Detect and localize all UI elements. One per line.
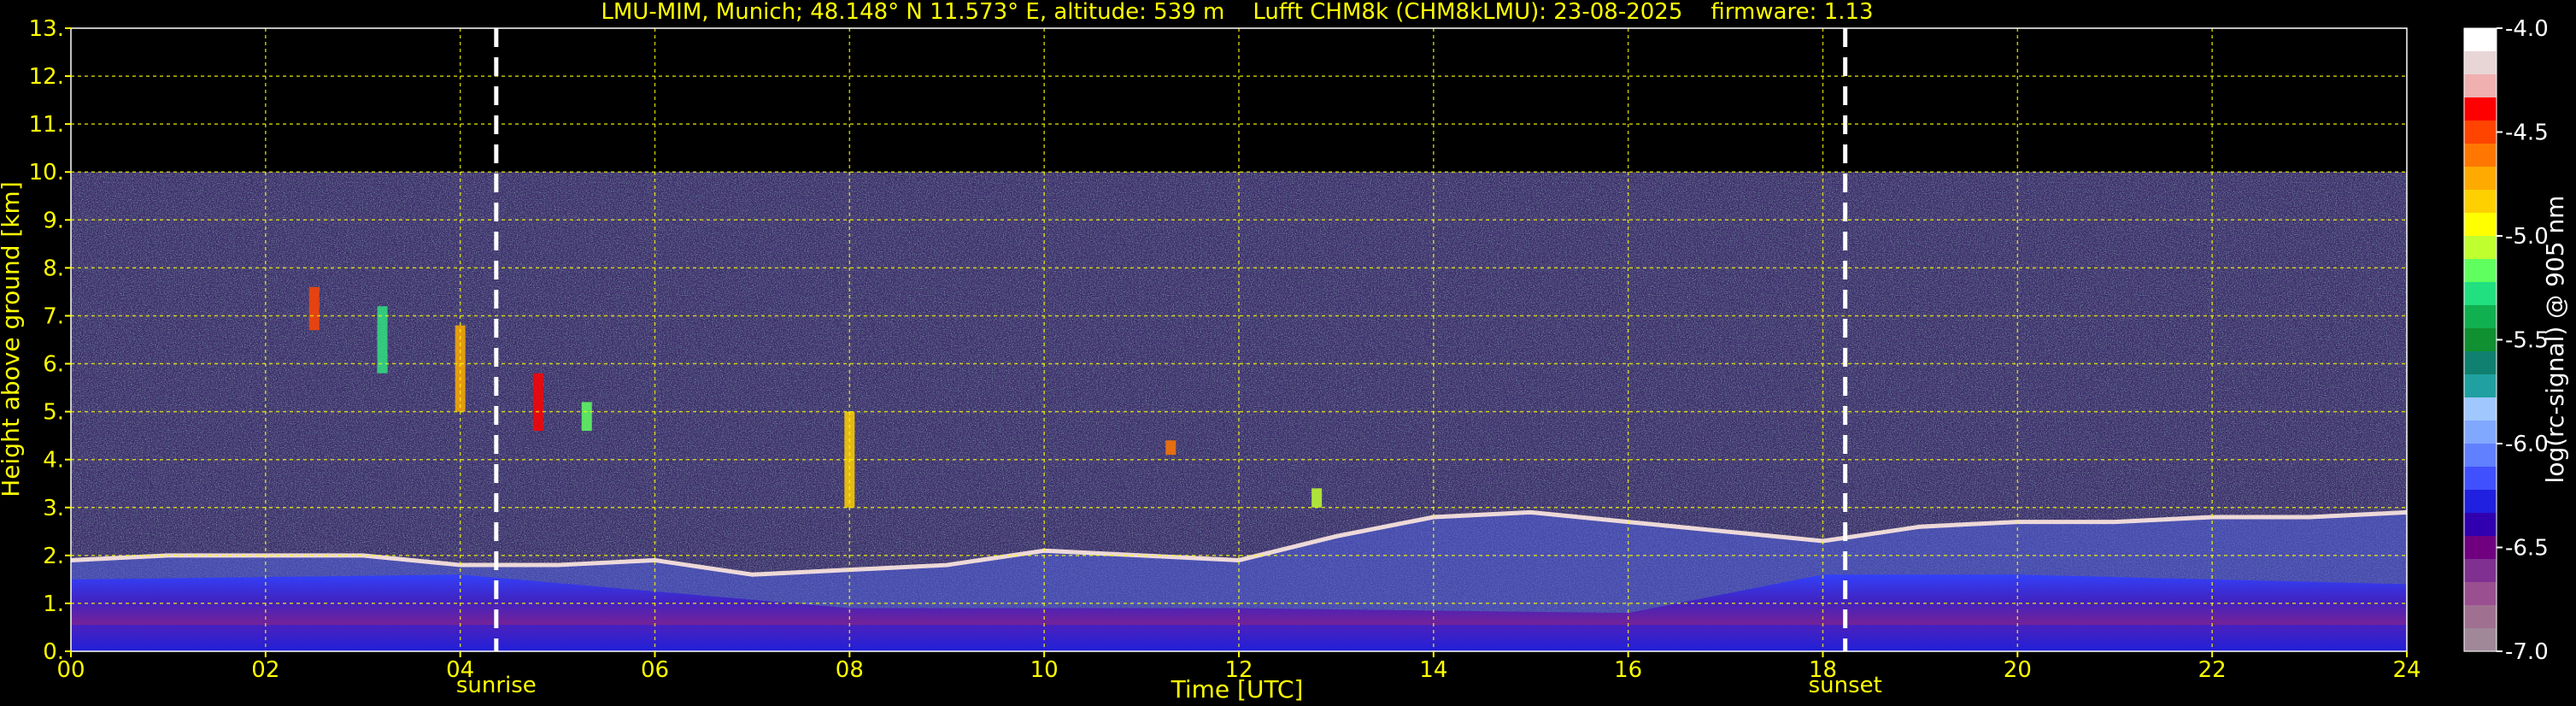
y-tick-label: 6. — [43, 352, 64, 378]
colorbar-segment — [2464, 121, 2497, 144]
colorbar-segment — [2464, 421, 2497, 444]
y-tick-label: 5. — [43, 400, 64, 426]
colorbar-segment — [2464, 513, 2497, 537]
y-tick-label: 7. — [43, 303, 64, 329]
x-tick-label: 10 — [1030, 657, 1059, 683]
y-tick-label: 3. — [43, 496, 64, 521]
colorbar-segment — [2464, 328, 2497, 352]
colorbar-segment — [2464, 74, 2497, 98]
x-tick-label: 06 — [641, 657, 669, 683]
colorbar-segment — [2464, 605, 2497, 629]
chart-title: LMU-MIM, Munich; 48.148° N 11.573° E, al… — [601, 0, 1873, 25]
colorbar-segment — [2464, 467, 2497, 491]
colorbar-segment — [2464, 536, 2497, 560]
y-tick-label: 4. — [43, 448, 64, 474]
x-tick-label: 18 — [1809, 657, 1837, 683]
y-tick-label: 11. — [29, 112, 64, 138]
y-tick-label: 10. — [29, 160, 64, 185]
colorbar-segment — [2464, 559, 2497, 583]
colorbar-segment — [2464, 28, 2497, 52]
x-axis-label: Time [UTC] — [1171, 675, 1304, 703]
cloud — [1165, 440, 1177, 456]
y-tick-label: 1. — [43, 591, 64, 617]
cloud — [1311, 488, 1323, 508]
colorbar-segment — [2464, 582, 2497, 606]
cloud — [308, 286, 320, 331]
colorbar-tick-label: -4.5 — [2505, 121, 2549, 146]
colorbar-segment — [2464, 97, 2497, 121]
colorbar-tick-label: -7.0 — [2505, 639, 2549, 665]
x-tick-label: 20 — [2004, 657, 2032, 683]
y-tick-label: 2. — [43, 544, 64, 569]
colorbar-tick-label: -6.5 — [2505, 536, 2549, 562]
x-tick-label: 04 — [446, 657, 474, 683]
colorbar-segment — [2464, 397, 2497, 421]
colorbar: -4.0-4.5-5.0-5.5-6.0-6.5-7.0 — [2463, 16, 2549, 665]
ceilometer-chart: sunrise sunset 00 02 04 06 08 10 12 14 16 18 20 22 24… — [0, 0, 2569, 703]
colorbar-segment — [2464, 490, 2497, 514]
colorbar-label: log(rc-signal) @ 905 nm — [2541, 196, 2569, 484]
colorbar-segment — [2464, 51, 2497, 75]
x-tick-label: 14 — [1419, 657, 1447, 683]
cloud — [581, 402, 592, 432]
colorbar-segment — [2464, 374, 2497, 398]
cloud — [532, 373, 543, 432]
colorbar-segment — [2464, 628, 2497, 652]
colorbar-segment — [2464, 144, 2497, 168]
colorbar-tick-label: -4.0 — [2505, 16, 2549, 42]
colorbar-segment — [2464, 213, 2497, 237]
x-tick-label: 22 — [2198, 657, 2227, 683]
y-tick-label: 13. — [29, 16, 64, 42]
x-tick-label: 02 — [251, 657, 279, 683]
colorbar-segment — [2464, 259, 2497, 283]
x-tick-label: 08 — [836, 657, 864, 683]
x-tick-label: 24 — [2392, 657, 2421, 683]
y-axis-label: Height above ground [km] — [0, 181, 25, 497]
colorbar-segment — [2464, 305, 2497, 329]
y-tick-label: 8. — [43, 256, 64, 281]
y-tick-label: 9. — [43, 208, 64, 233]
colorbar-segment — [2464, 167, 2497, 191]
colorbar-segment — [2464, 282, 2497, 306]
colorbar-segment — [2464, 351, 2497, 375]
colorbar-segment — [2464, 444, 2497, 468]
y-tick-label: 12. — [29, 64, 64, 90]
y-tick-label: 0. — [43, 639, 64, 665]
x-tick-label: 16 — [1614, 657, 1642, 683]
colorbar-segment — [2464, 190, 2497, 214]
colorbar-segment — [2464, 236, 2497, 260]
